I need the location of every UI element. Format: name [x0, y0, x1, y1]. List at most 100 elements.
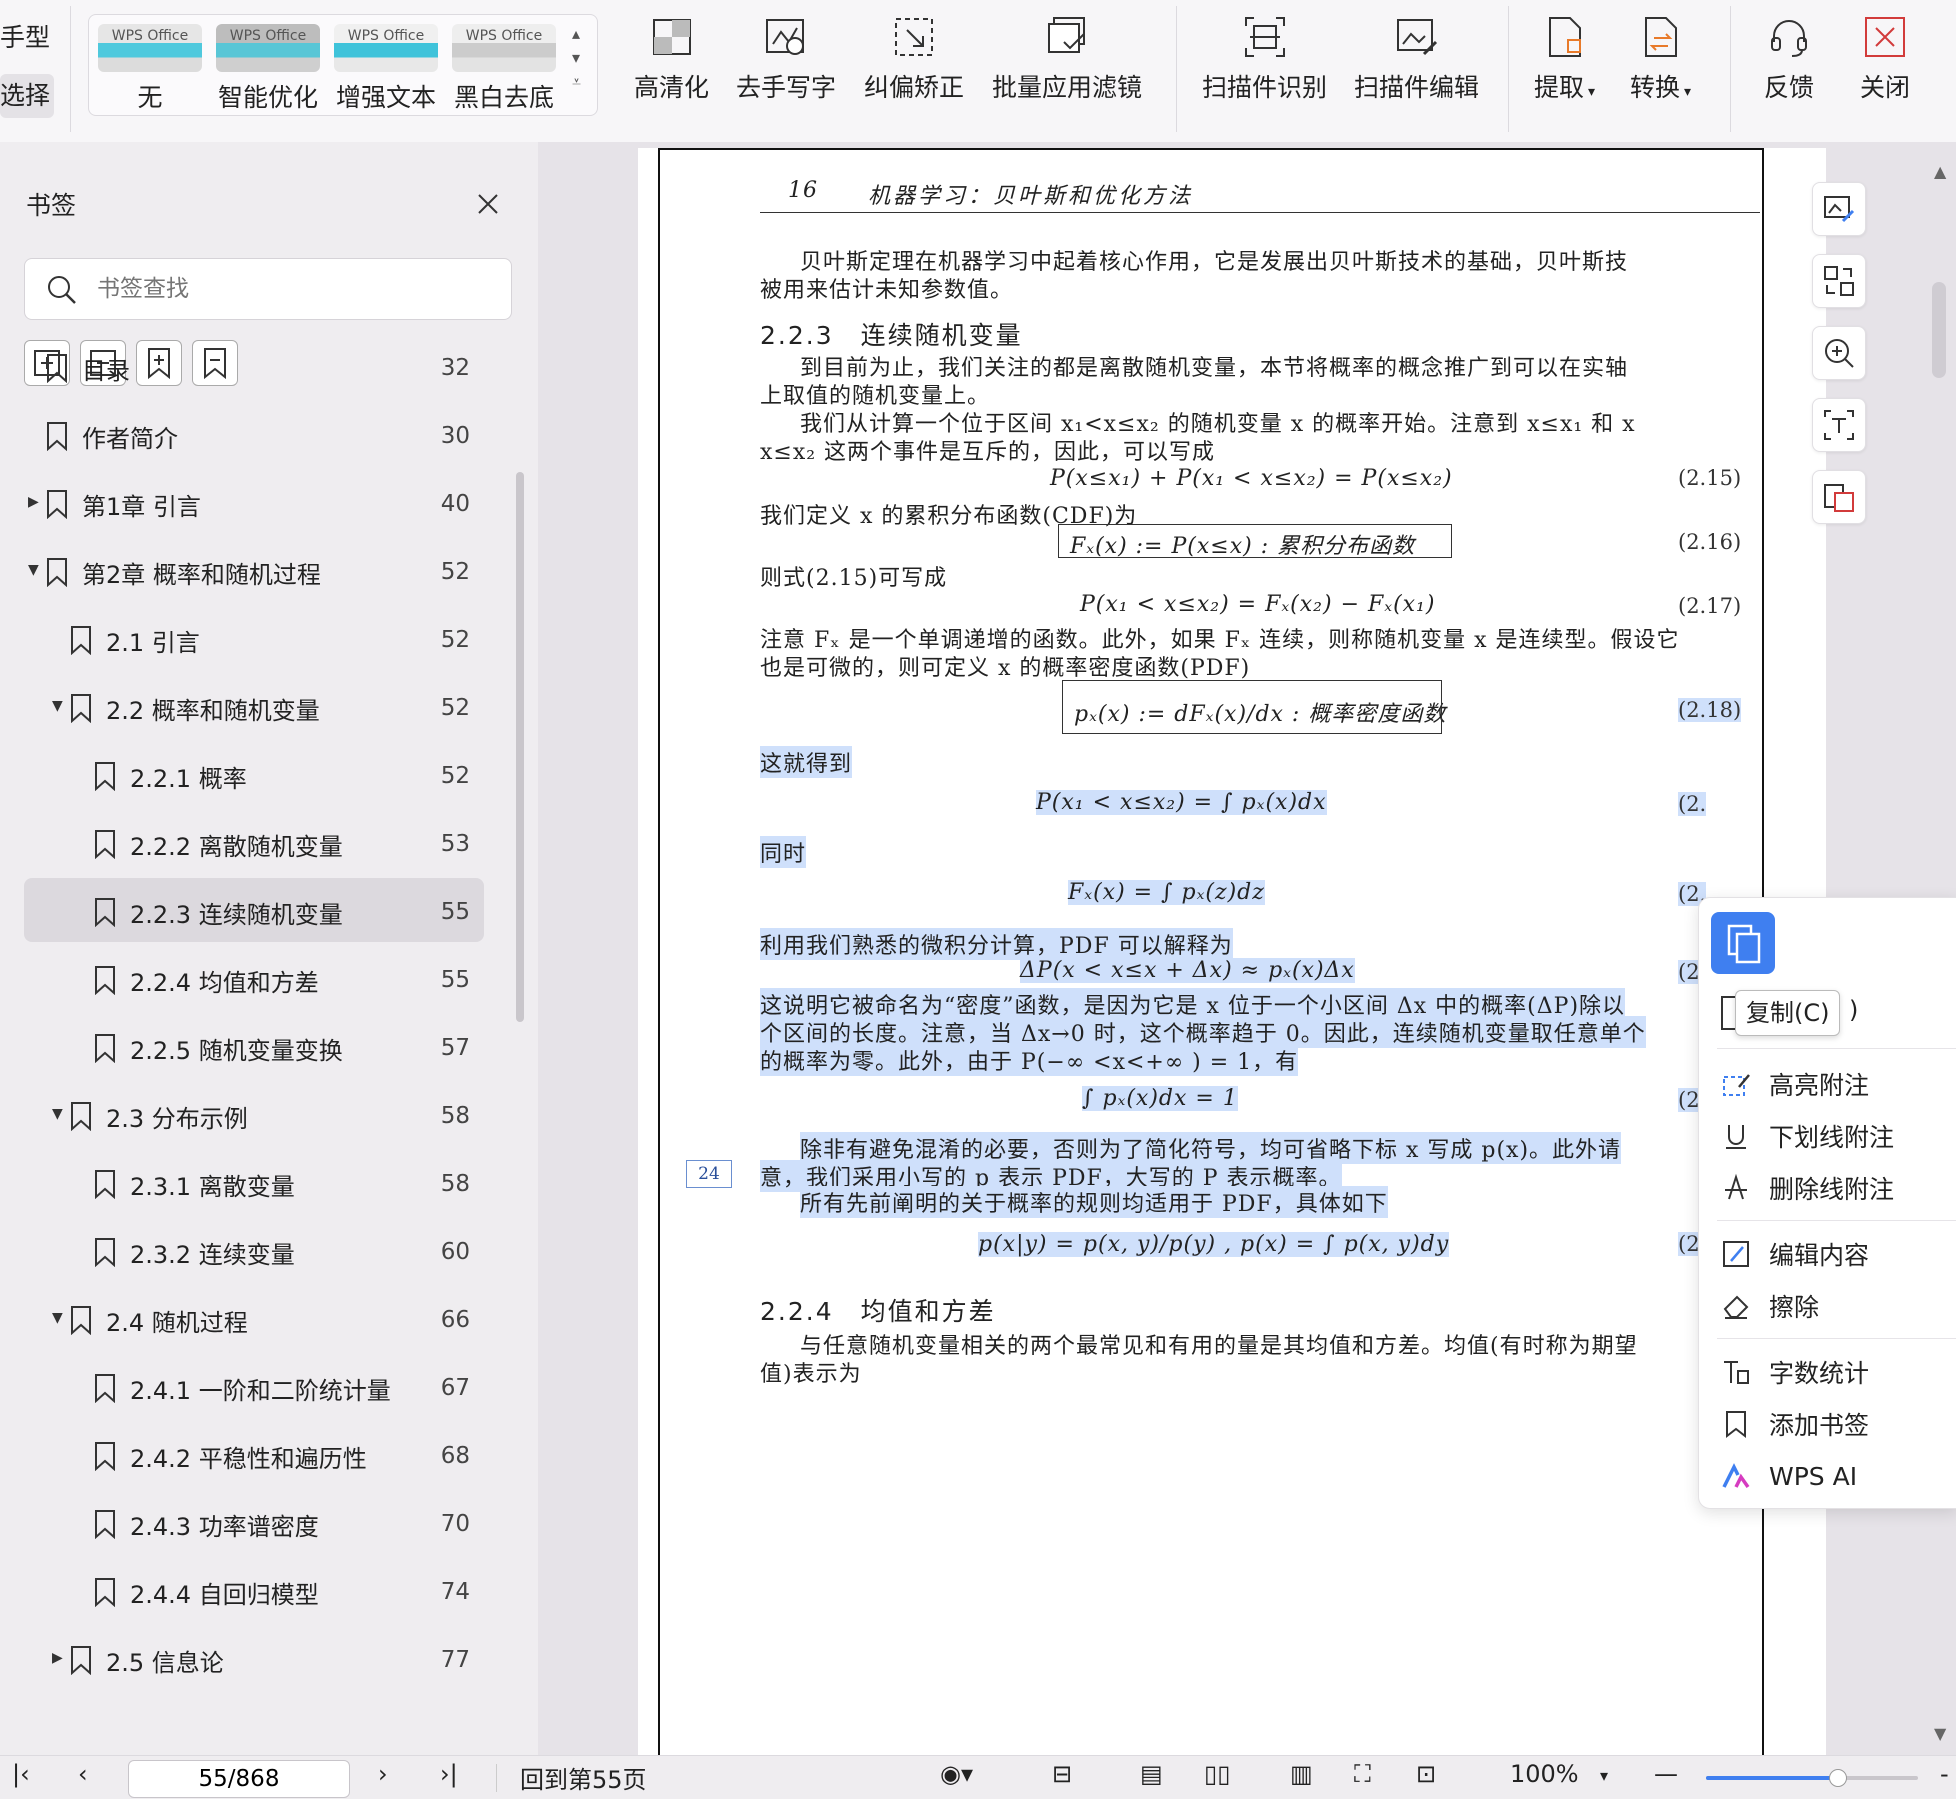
bookmark-item[interactable]: 目录 32 [46, 338, 470, 398]
filter-smart-optimize[interactable]: WPS Office 智能优化 [216, 24, 320, 114]
bookmark-item[interactable]: 第2章 概率和随机过程 52 [46, 542, 470, 602]
scroll-up-arrow[interactable]: ▲ [1934, 162, 1946, 181]
strikethrough-note-item[interactable]: 删除线附注 [1721, 1166, 1894, 1210]
bookmark-page: 30 [440, 423, 470, 449]
deskew-button[interactable]: 纠偏矫正 [864, 14, 964, 104]
pdf-page[interactable]: 16 机器学习：贝叶斯和优化方法 贝叶斯定理在机器学习中起着核心作用，它是发展出… [638, 148, 1866, 1755]
expand-arrow-icon[interactable]: ▶ [28, 494, 39, 510]
zoom-slider[interactable] [1706, 1769, 1918, 1787]
document-scrollbar-thumb[interactable] [1932, 282, 1946, 378]
convert-button[interactable]: 转换 ▾ [1630, 14, 1691, 104]
continuous-icon[interactable]: ▤ [1140, 1760, 1163, 1788]
zoom-dropdown-icon[interactable]: ▾ [1600, 1766, 1608, 1785]
goto-page-link[interactable]: 回到第55页 [520, 1760, 647, 1795]
hand-tool-label[interactable]: 手型 [0, 18, 50, 54]
bookmark-item[interactable]: 2.4.1 一阶和二阶统计量 67 [94, 1358, 470, 1418]
last-page-icon[interactable]: ›| [440, 1760, 458, 1788]
bookmark-scrollbar[interactable] [516, 472, 524, 1022]
two-page-icon[interactable]: ▯▯ [1204, 1760, 1230, 1788]
bookmark-search-box[interactable] [24, 258, 512, 320]
bookmark-item[interactable]: 作者简介 30 [46, 406, 470, 466]
page-compare-tool[interactable] [1812, 470, 1866, 524]
close-scan-mode-button[interactable]: 关闭 [1860, 14, 1910, 104]
fit-width-icon[interactable]: ⊡ [1416, 1760, 1436, 1788]
page-zoom-tool[interactable] [1812, 326, 1866, 380]
prev-page-icon[interactable]: ‹ [78, 1760, 88, 1788]
bookmark-item[interactable]: 2.1 引言 52 [70, 610, 470, 670]
hd-button[interactable]: 高清化 [634, 14, 709, 104]
scroll-down-arrow[interactable]: ▼ [1934, 1724, 1946, 1743]
close-icon[interactable] [476, 192, 500, 216]
bookmark-item[interactable]: 第1章 引言 40 [46, 474, 470, 534]
book-view-icon[interactable]: ▥ [1290, 1760, 1313, 1788]
eye-protect-icon[interactable]: ◉▾ [940, 1760, 973, 1788]
first-page-icon[interactable]: |‹ [12, 1760, 30, 1788]
scan-edit-button[interactable]: 扫描件编辑 [1354, 14, 1479, 104]
single-page-icon[interactable]: ⊟ [1052, 1760, 1072, 1788]
word-count-item[interactable]: 字数统计 [1721, 1350, 1869, 1394]
bookmark-item[interactable]: 2.5 信息论 77 [70, 1630, 470, 1690]
page-ocr-tool[interactable] [1812, 398, 1866, 452]
bookmark-item[interactable]: 2.2.3 连续随机变量 55 [94, 882, 470, 942]
collapse-arrow-icon[interactable]: ▼ [52, 698, 63, 714]
batch-filter-button[interactable]: 批量应用滤镜 [992, 14, 1142, 104]
filter-none[interactable]: WPS Office 无 [98, 24, 202, 114]
feedback-button[interactable]: 反馈 [1764, 14, 1814, 104]
underline-note-item[interactable]: 下划线附注 [1721, 1114, 1894, 1158]
page-edit-tool[interactable] [1812, 182, 1866, 236]
page-convert-tool[interactable] [1812, 254, 1866, 308]
eraser-icon [1723, 1295, 1749, 1319]
bookmark-item[interactable]: 2.2 概率和随机变量 52 [70, 678, 470, 738]
remove-handwriting-button[interactable]: 去手写字 [736, 14, 836, 104]
page-number-input[interactable] [128, 1760, 350, 1798]
edit-content-item[interactable]: 编辑内容 [1721, 1232, 1869, 1276]
add-bookmark-item[interactable]: 添加书签 [1721, 1402, 1869, 1446]
wps-ai-item[interactable]: WPS AI [1721, 1454, 1857, 1498]
bookmark-icon [95, 1578, 115, 1607]
bookmark-label: 2.2.2 离散随机变量 [130, 832, 343, 861]
bookmark-item[interactable]: 2.4.3 功率谱密度 70 [94, 1494, 470, 1554]
bookmark-item[interactable]: 2.3.1 离散变量 58 [94, 1154, 470, 1214]
highlight-note-item[interactable]: 高亮附注 [1721, 1062, 1869, 1106]
zoom-in-icon [1825, 339, 1854, 368]
bookmark-label: 2.1 引言 [106, 628, 200, 657]
zoom-level[interactable]: 100% [1510, 1760, 1579, 1788]
fit-page-icon[interactable]: ⛶ [1354, 1760, 1371, 1788]
bookmark-item[interactable]: 2.2.4 均值和方差 55 [94, 950, 470, 1010]
bookmark-icon [95, 1442, 115, 1471]
zoom-slider-handle[interactable] [1829, 1769, 1848, 1787]
extract-button[interactable]: 提取 ▾ [1534, 14, 1595, 104]
collapse-arrow-icon[interactable]: ▼ [52, 1310, 63, 1326]
filter-scroll-arrows[interactable]: ▴ ▾ ⩡ [572, 22, 581, 94]
erase-item[interactable]: 擦除 [1721, 1284, 1819, 1328]
collapse-arrow-icon[interactable]: ▼ [52, 1106, 63, 1122]
bookmark-item[interactable]: 2.3 分布示例 58 [70, 1086, 470, 1146]
bookmark-search-input[interactable] [95, 269, 489, 309]
bookmark-item[interactable]: 2.4.4 自回归模型 74 [94, 1562, 470, 1622]
zoom-in-partial-icon[interactable]: - [1940, 1760, 1949, 1788]
bookmark-page: 77 [440, 1647, 470, 1673]
convert-icon [1644, 17, 1677, 57]
bookmark-item[interactable]: 2.3.2 连续变量 60 [94, 1222, 470, 1282]
bookmark-item[interactable]: 2.4 随机过程 66 [70, 1290, 470, 1350]
bookmark-item[interactable]: 2.4.2 平稳性和遍历性 68 [94, 1426, 470, 1486]
bookmark-page: 32 [440, 355, 470, 381]
select-tool-button[interactable]: 选择 [0, 74, 54, 118]
filter-bw[interactable]: WPS Office 黑白去底 [452, 24, 556, 114]
expand-arrow-icon[interactable]: ▶ [52, 1650, 63, 1666]
bookmark-item[interactable]: 2.2.2 离散随机变量 53 [94, 814, 470, 874]
zoom-out-icon[interactable]: — [1654, 1760, 1678, 1788]
scan-recognize-button[interactable]: 扫描件识别 [1202, 14, 1327, 104]
bookmark-icon [95, 898, 115, 927]
equation-number: (2.18) [1678, 698, 1742, 722]
bookmark-item[interactable]: 2.2.1 概率 52 [94, 746, 470, 806]
extract-icon [1548, 17, 1581, 57]
collapse-arrow-icon[interactable]: ▼ [28, 562, 39, 578]
bookmark-item[interactable]: 2.2.5 随机变量变换 57 [94, 1018, 470, 1078]
next-page-icon[interactable]: › [378, 1760, 388, 1788]
search-icon [48, 276, 76, 304]
filter-enhance-text[interactable]: WPS Office 增强文本 [334, 24, 438, 114]
copy-button[interactable] [1711, 912, 1775, 974]
text-line: x≤x₂ 这两个事件是互斥的，因此，可以写成 [760, 440, 1216, 465]
bookmark-icon [71, 1646, 91, 1675]
